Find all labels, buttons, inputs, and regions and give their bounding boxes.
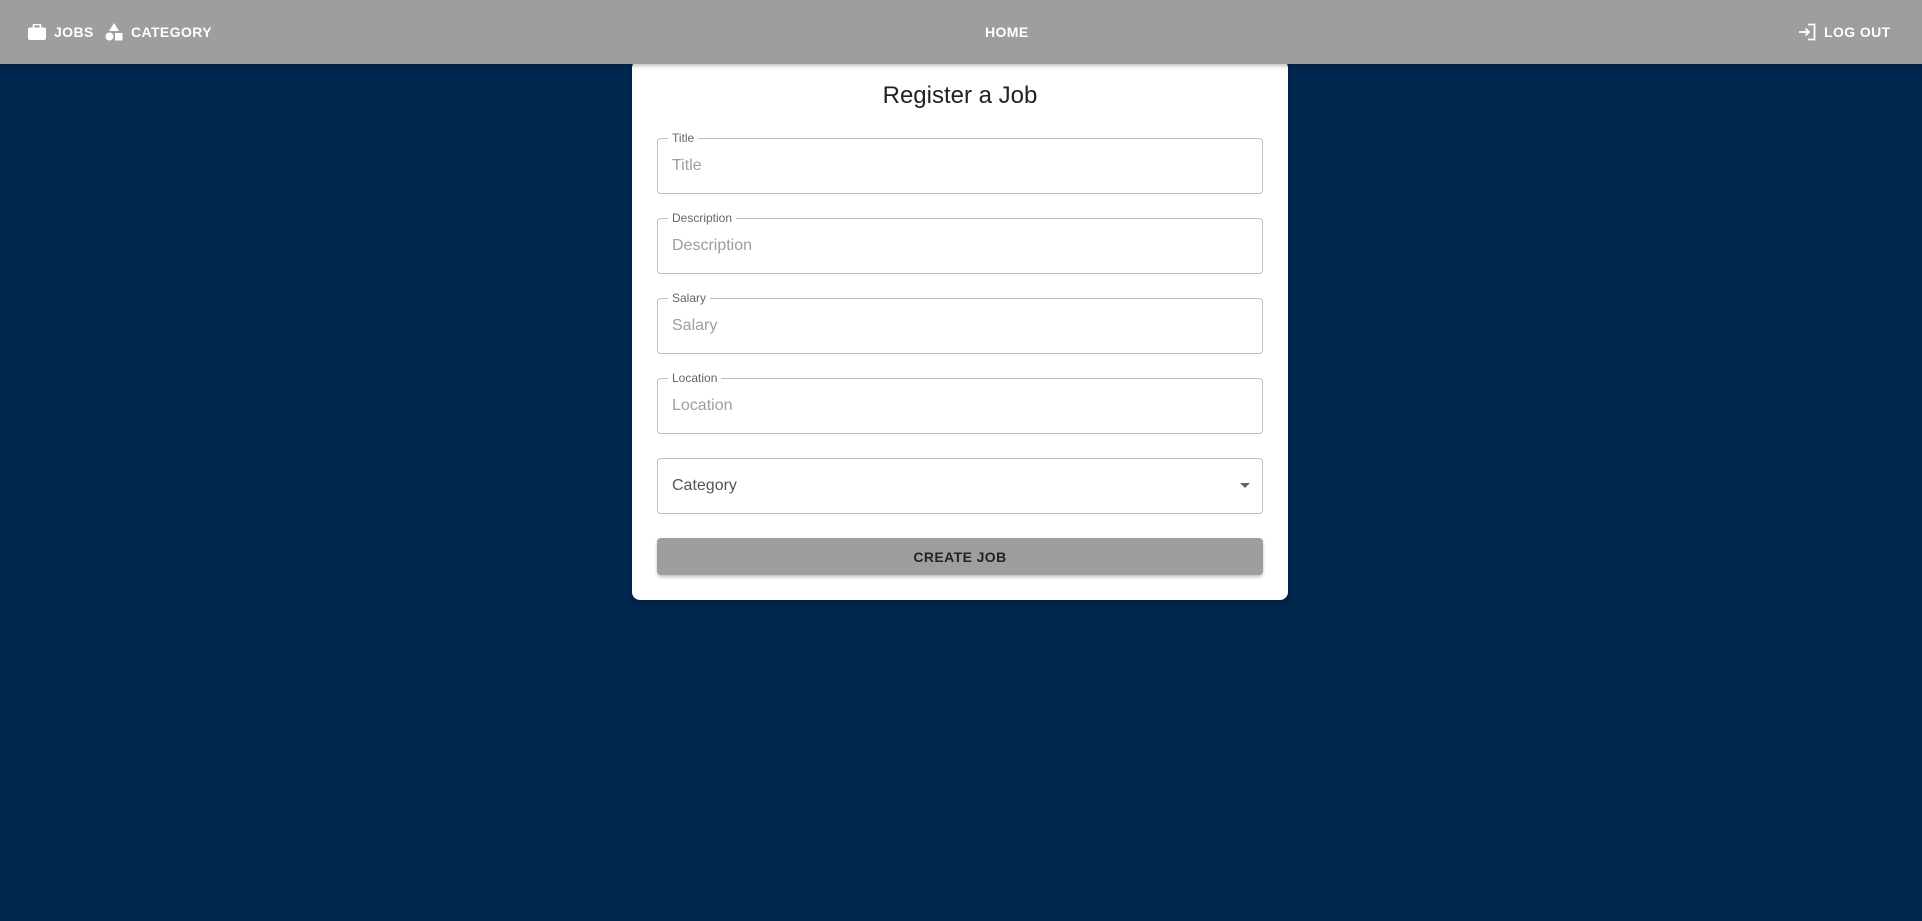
create-job-button[interactable]: CREATE JOB [657,538,1263,575]
home-nav-button[interactable]: HOME [985,16,1029,48]
location-field-placeholder: Location [672,397,733,414]
description-field[interactable]: Description Description [657,211,1263,274]
location-field[interactable]: Location Location [657,371,1263,434]
category-shapes-icon [105,23,123,41]
briefcase-icon [28,24,46,40]
salary-field-placeholder: Salary [672,317,718,334]
salary-field[interactable]: Salary Salary [657,291,1263,354]
category-nav-button[interactable]: CATEGORY [105,16,212,48]
category-nav-label: CATEGORY [131,24,212,40]
form-title: Register a Job [882,82,1038,109]
logout-label: LOG OUT [1824,24,1891,40]
category-select[interactable]: Category [657,458,1263,514]
jobs-nav-button[interactable]: JOBS [28,16,94,48]
home-nav-label: HOME [985,24,1029,40]
dropdown-arrow-icon[interactable] [1240,483,1250,488]
login-arrow-icon [1798,23,1816,41]
category-select-placeholder: Category [672,477,737,494]
logout-button[interactable]: LOG OUT [1798,16,1891,48]
title-field-placeholder: Title [672,157,702,174]
description-field-placeholder: Description [672,237,753,254]
title-field[interactable]: Title Title [657,131,1263,194]
jobs-nav-label: JOBS [54,24,94,40]
register-job-card: Register a Job Title Title Description D… [632,60,1288,600]
app-bar: JOBS CATEGORY HOME LOG OUT [0,0,1922,64]
